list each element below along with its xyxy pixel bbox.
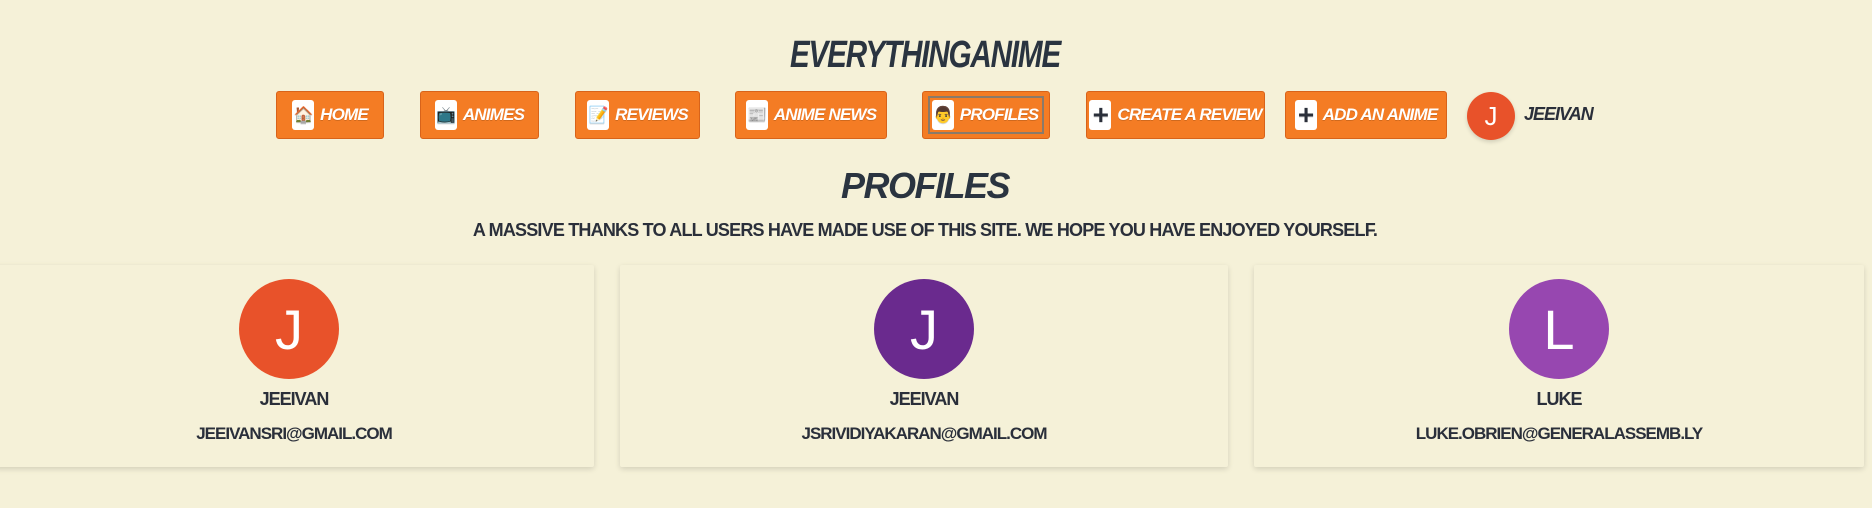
nav-anime-news-button[interactable]: 📰 ANIME NEWS <box>735 91 887 139</box>
profile-email: JEEIVANSRI@GMAIL.COM <box>196 424 393 443</box>
tv-icon: 📺 <box>434 100 457 130</box>
nav-animes-button[interactable]: 📺 ANIMES <box>420 91 539 139</box>
profile-card: J JEEIVAN JEEIVANSRI@GMAIL.COM <box>0 265 594 467</box>
profile-card: L LUKE LUKE.OBRIEN@GENERALASSEMB.LY <box>1254 265 1864 467</box>
nav-create-review-button[interactable]: + CREATE A REVIEW <box>1086 91 1265 139</box>
nav-animes-label: ANIMES <box>462 105 525 124</box>
profile-avatar: J <box>239 279 339 379</box>
nav-profiles-label: PROFILES <box>959 105 1039 124</box>
site-title: EVERYTHINGANIME <box>789 34 1061 76</box>
plus-icon: + <box>1294 100 1317 130</box>
profile-card: J JEEIVAN JSRIVIDIYAKARAN@GMAIL.COM <box>620 265 1228 467</box>
nav-reviews-label: REVIEWS <box>615 105 689 124</box>
memo-icon: 📝 <box>587 100 610 130</box>
nav-anime-news-label: ANIME NEWS <box>773 105 877 124</box>
profile-name: JEEIVAN <box>259 389 330 409</box>
plus-icon: + <box>1089 100 1112 130</box>
nav-add-anime-button[interactable]: + ADD AN ANIME <box>1285 91 1447 139</box>
nav-add-anime-label: ADD AN ANIME <box>1322 105 1439 124</box>
profile-email: LUKE.OBRIEN@GENERALASSEMB.LY <box>1415 424 1703 443</box>
face-icon: 👨 <box>931 100 954 130</box>
profile-avatar: J <box>874 279 974 379</box>
profile-name: LUKE <box>1536 389 1583 409</box>
profile-email: JSRIVIDIYAKARAN@GMAIL.COM <box>801 424 1047 443</box>
page-subtitle: A MASSIVE THANKS TO ALL USERS HAVE MADE … <box>472 220 1378 240</box>
nav-home-label: HOME <box>320 105 369 124</box>
user-name[interactable]: JEEIVAN <box>1524 104 1594 125</box>
newspaper-icon: 📰 <box>745 100 768 130</box>
page-title: PROFILES <box>840 165 1011 206</box>
nav-home-button[interactable]: 🏠 HOME <box>276 91 384 139</box>
profile-name: JEEIVAN <box>889 389 960 409</box>
user-avatar[interactable]: J <box>1467 92 1515 140</box>
nav-profiles-active-frame: 👨 PROFILES <box>927 96 1045 134</box>
nav-create-review-label: CREATE A REVIEW <box>1117 105 1262 124</box>
house-icon: 🏠 <box>292 100 315 130</box>
nav-profiles-button[interactable]: 👨 PROFILES <box>922 91 1050 139</box>
nav-reviews-button[interactable]: 📝 REVIEWS <box>575 91 700 139</box>
profile-avatar: L <box>1509 279 1609 379</box>
